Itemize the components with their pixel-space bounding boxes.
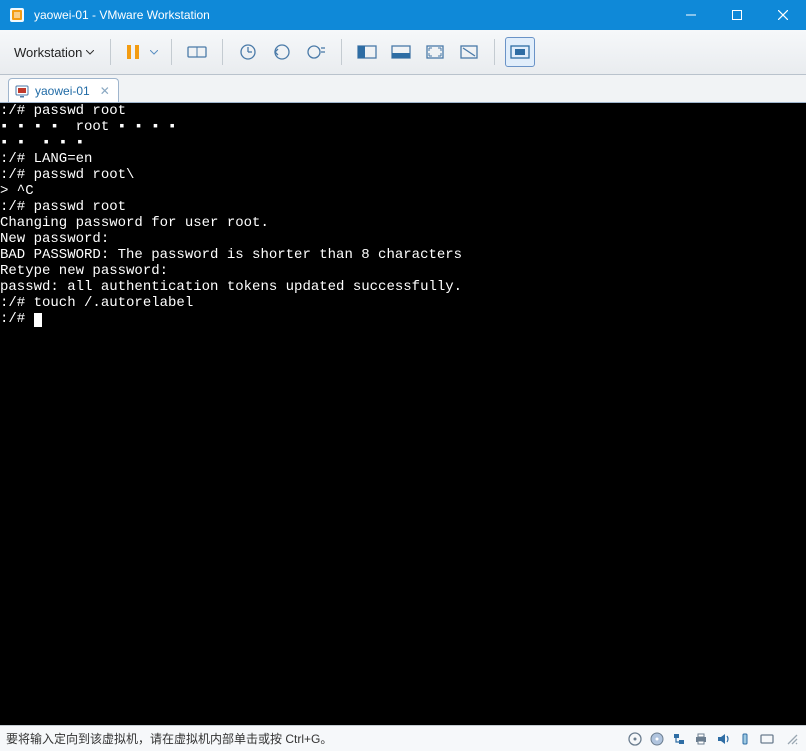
clock-list-icon bbox=[307, 43, 325, 61]
chevron-down-icon bbox=[150, 50, 158, 55]
workstation-menu[interactable]: Workstation bbox=[8, 41, 100, 64]
send-ctrl-alt-del-button[interactable] bbox=[182, 37, 212, 67]
clock-back-icon bbox=[273, 43, 291, 61]
printer-icon[interactable] bbox=[692, 730, 710, 748]
separator bbox=[171, 39, 172, 65]
manage-snapshot-button[interactable] bbox=[301, 37, 331, 67]
fullscreen-button[interactable] bbox=[420, 37, 450, 67]
tab-label: yaowei-01 bbox=[35, 84, 90, 98]
terminal[interactable]: :/# passwd root ▪ ▪ ▪ ▪ root ▪ ▪ ▪ ▪ ▪ ▪… bbox=[0, 103, 806, 725]
stretch-guest-button[interactable] bbox=[505, 37, 535, 67]
tab-bar: yaowei-01 ✕ bbox=[0, 75, 806, 103]
close-tab-icon[interactable]: ✕ bbox=[100, 84, 110, 98]
stretch-icon bbox=[510, 45, 530, 59]
titlebar: yaowei-01 - VMware Workstation bbox=[0, 0, 806, 30]
sound-icon[interactable] bbox=[714, 730, 732, 748]
pause-button[interactable] bbox=[121, 39, 145, 65]
disk-icon[interactable] bbox=[626, 730, 644, 748]
separator bbox=[494, 39, 495, 65]
window-title: yaowei-01 - VMware Workstation bbox=[34, 8, 210, 22]
cd-icon[interactable] bbox=[648, 730, 666, 748]
terminal-container: :/# passwd root ▪ ▪ ▪ ▪ root ▪ ▪ ▪ ▪ ▪ ▪… bbox=[0, 103, 806, 725]
bottom-panel-icon bbox=[391, 45, 411, 59]
chevron-down-icon bbox=[86, 50, 94, 55]
keyboard-icon bbox=[187, 44, 207, 60]
maximize-button[interactable] bbox=[714, 0, 760, 30]
fullscreen-icon bbox=[426, 45, 444, 59]
show-console-button[interactable] bbox=[352, 37, 382, 67]
resize-grip[interactable] bbox=[784, 731, 800, 747]
minimize-button[interactable] bbox=[668, 0, 714, 30]
unity-button[interactable] bbox=[454, 37, 484, 67]
message-icon[interactable] bbox=[758, 730, 776, 748]
app-icon bbox=[8, 6, 26, 24]
separator bbox=[341, 39, 342, 65]
tab-vm[interactable]: yaowei-01 ✕ bbox=[8, 78, 119, 102]
unity-icon bbox=[460, 45, 478, 59]
toolbar: Workstation bbox=[0, 30, 806, 75]
snapshot-button[interactable] bbox=[233, 37, 263, 67]
status-icons bbox=[626, 730, 800, 748]
separator bbox=[110, 39, 111, 65]
show-thumbnail-button[interactable] bbox=[386, 37, 416, 67]
power-dropdown[interactable] bbox=[147, 37, 161, 67]
clock-icon bbox=[239, 43, 257, 61]
vm-icon bbox=[15, 84, 29, 98]
side-panel-icon bbox=[357, 45, 377, 59]
statusbar: 要将输入定向到该虚拟机，请在虚拟机内部单击或按 Ctrl+G。 bbox=[0, 725, 806, 751]
revert-snapshot-button[interactable] bbox=[267, 37, 297, 67]
window-controls bbox=[668, 0, 806, 30]
close-button[interactable] bbox=[760, 0, 806, 30]
status-message: 要将输入定向到该虚拟机，请在虚拟机内部单击或按 Ctrl+G。 bbox=[6, 730, 626, 747]
menu-label: Workstation bbox=[14, 45, 82, 60]
separator bbox=[222, 39, 223, 65]
network-icon[interactable] bbox=[670, 730, 688, 748]
usb-icon[interactable] bbox=[736, 730, 754, 748]
